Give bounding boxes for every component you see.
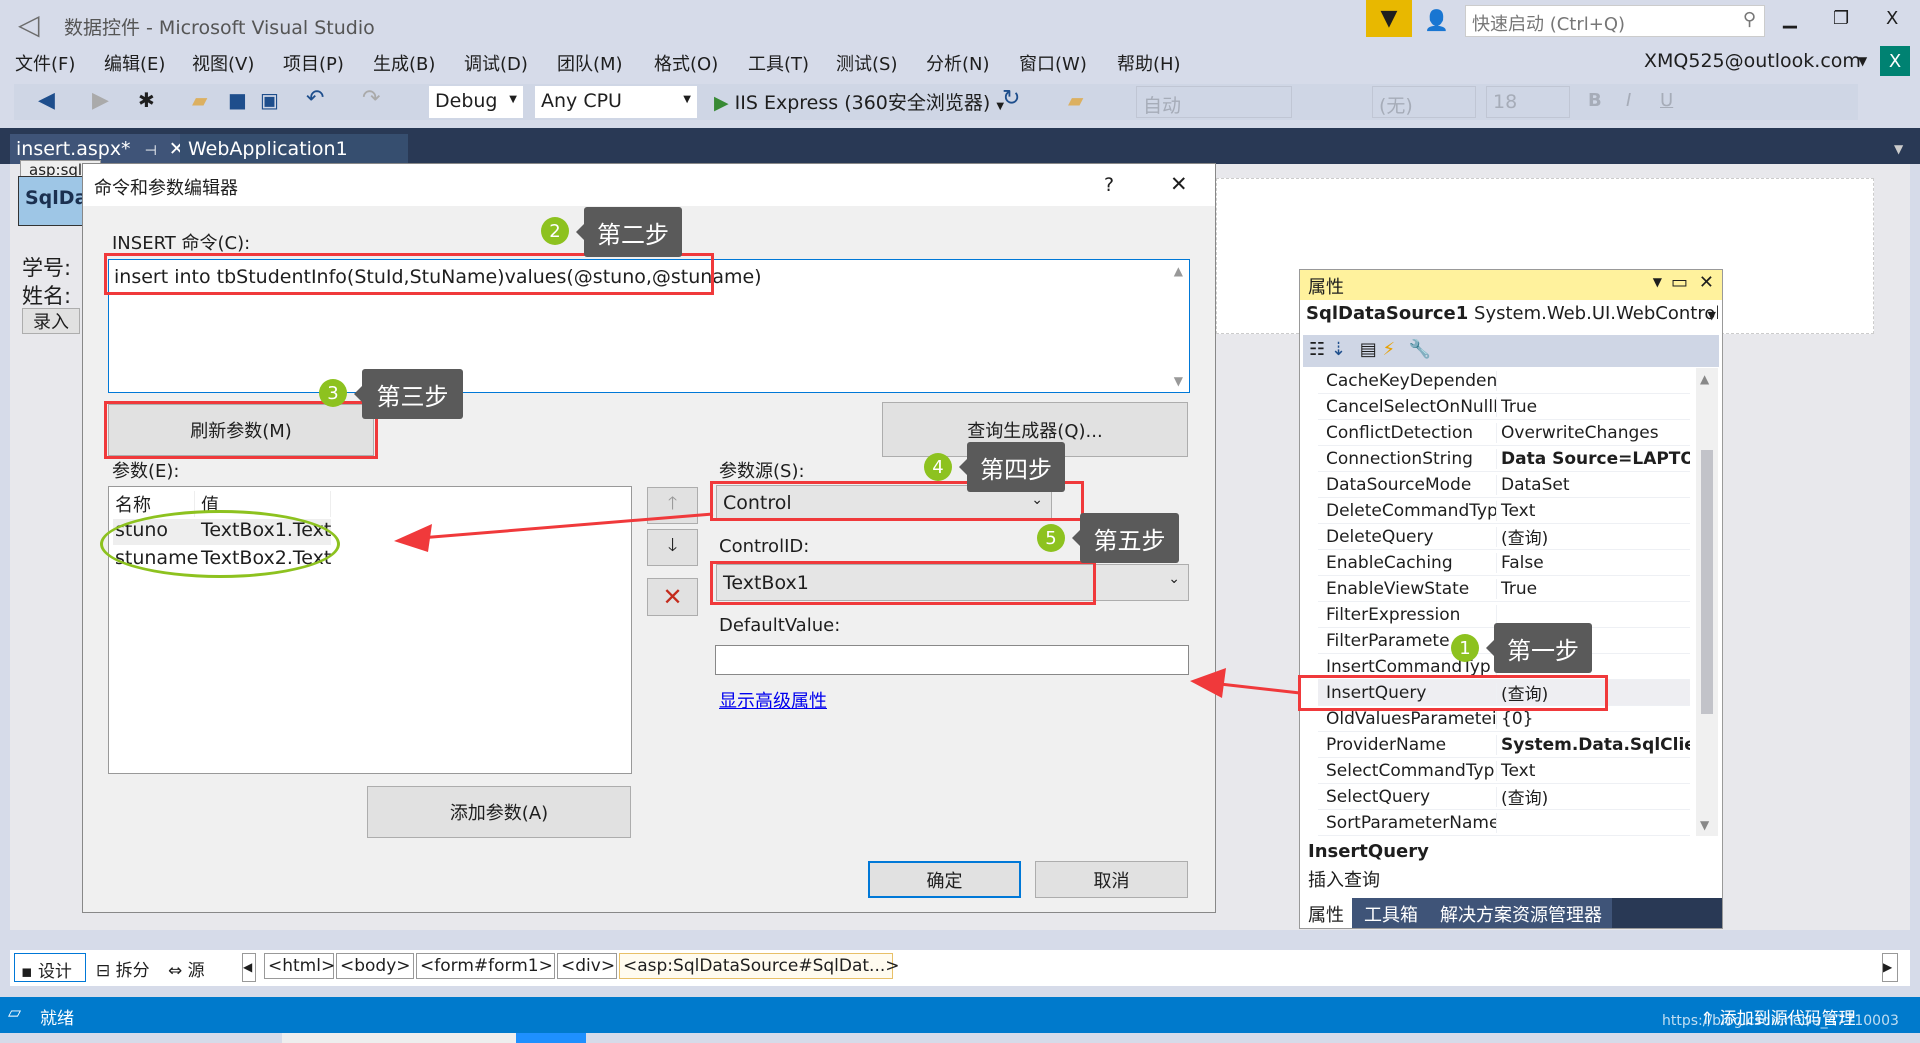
crumb-scroll-right-icon[interactable]: ▶ xyxy=(1882,953,1898,982)
taskbar-strip xyxy=(0,1033,1920,1043)
arrow-to-dialog xyxy=(1219,682,1301,695)
tag-crumb[interactable]: <form#form1> xyxy=(416,953,555,979)
arrow-head xyxy=(394,524,432,552)
arrow-to-params xyxy=(419,512,714,540)
arrow-head xyxy=(1190,668,1226,698)
status-icon: ▱ xyxy=(8,1003,22,1023)
tag-crumb[interactable]: <asp:SqlDataSource#SqlDat...> xyxy=(619,953,900,979)
tag-crumb[interactable]: <div> xyxy=(557,953,617,979)
status-text: 就绪 xyxy=(40,1009,74,1029)
status-bar: ▱ 就绪 ⇑ 添加到源代码管理 https://blog.csdn.net/u_… xyxy=(0,997,1920,1033)
tag-breadcrumb: <html> <body> <form#form1> <div> <asp:SqlDat… xyxy=(0,950,1920,986)
tag-crumb[interactable]: <body> xyxy=(336,953,414,979)
tag-crumb[interactable]: <html> xyxy=(264,953,335,979)
watermark: https://blog.csdn.net/u_47710003 xyxy=(1662,1013,1899,1029)
annotation-arrows xyxy=(394,512,1301,698)
